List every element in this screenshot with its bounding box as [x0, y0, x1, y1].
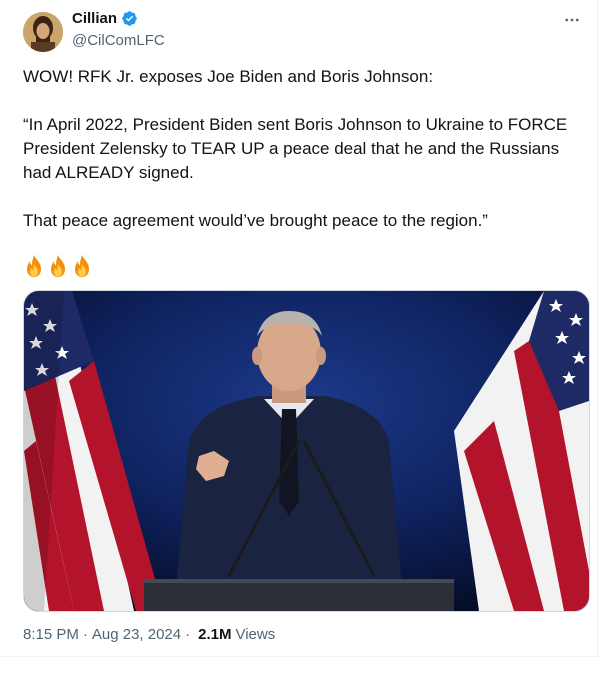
fire-icon: [23, 254, 45, 278]
tweet-time[interactable]: 8:15 PM: [23, 626, 79, 643]
tweet-text: WOW! RFK Jr. exposes Joe Biden and Boris…: [23, 65, 583, 233]
video-frame: [24, 291, 589, 611]
emoji-row: [23, 254, 93, 278]
tweet-metadata: 8:15 PM · Aug 23, 2024 · 2.1M Views: [23, 626, 275, 643]
author-name-row[interactable]: Cillian: [72, 10, 138, 27]
author-handle[interactable]: @CilComLFC: [72, 32, 165, 49]
tweet-line: WOW! RFK Jr. exposes Joe Biden and Boris…: [23, 67, 434, 86]
avatar-image: [23, 12, 63, 52]
tweet-media-video[interactable]: [23, 290, 590, 612]
tweet-line: President Zelensky to TEAR UP a peace de…: [23, 139, 560, 158]
verified-badge-icon: [121, 10, 138, 27]
tweet-line: “In April 2022, President Biden sent Bor…: [23, 115, 568, 134]
meta-separator: ·: [82, 626, 88, 643]
avatar[interactable]: [23, 12, 63, 52]
tweet-date[interactable]: Aug 23, 2024: [92, 626, 181, 643]
meta-separator: ·: [185, 626, 191, 643]
tweet-line: That peace agreement would’ve brought pe…: [23, 211, 488, 230]
views-count: 2.1M: [198, 626, 232, 643]
podium: [144, 579, 454, 611]
more-horizontal-icon[interactable]: [561, 10, 583, 30]
tweet-card[interactable]: Cillian @CilComLFC WOW! RFK Jr. exposes …: [0, 0, 598, 657]
fire-icon: [47, 254, 69, 278]
views-label: Views: [235, 626, 276, 643]
tweet-line: had ALREADY signed.: [23, 163, 194, 182]
display-name[interactable]: Cillian: [72, 10, 117, 27]
fire-icon: [71, 254, 93, 278]
